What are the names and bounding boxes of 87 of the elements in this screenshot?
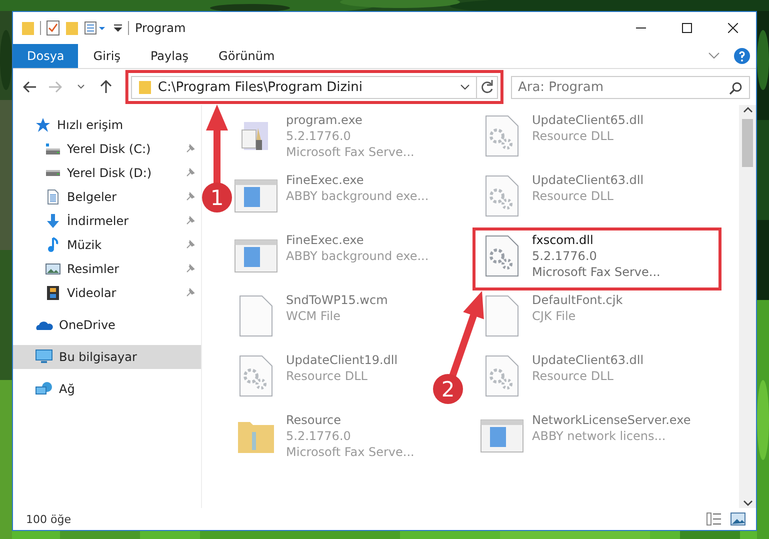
- blank-file-icon: [238, 294, 274, 338]
- pin-icon[interactable]: [185, 240, 195, 250]
- folder-icon: [138, 79, 152, 95]
- pin-icon[interactable]: [185, 288, 195, 298]
- address-bar[interactable]: C:\Program Files\Program Dizini: [130, 76, 498, 98]
- music-note-icon: [45, 237, 61, 253]
- help-icon[interactable]: [734, 48, 750, 64]
- large-icons-view-icon[interactable]: [730, 512, 746, 526]
- drive-icon: [45, 142, 61, 156]
- picture-icon: [45, 261, 61, 277]
- sidebar-item[interactable]: İndirmeler: [13, 209, 201, 233]
- scrollbar-thumb[interactable]: [742, 119, 753, 167]
- search-icon[interactable]: [729, 80, 744, 94]
- step-badge: [202, 182, 232, 212]
- sidebar-item[interactable]: Yerel Disk (C:): [13, 137, 201, 161]
- sidebar-item[interactable]: Bu bilgisayar: [13, 345, 201, 369]
- window-title: Program: [135, 21, 186, 35]
- window-icon: [234, 179, 278, 213]
- star-icon: [35, 117, 51, 133]
- file-detail: Resource DLL: [532, 128, 614, 144]
- sidebar-item[interactable]: Videolar: [13, 281, 201, 305]
- chevron-down-icon[interactable]: [460, 83, 470, 91]
- step-number: 1: [210, 186, 224, 210]
- ribbon-tab[interactable]: Dosya: [13, 44, 78, 68]
- pin-icon[interactable]: [185, 168, 195, 178]
- file-detail: 5.2.1776.0: [286, 128, 352, 144]
- checklist-icon[interactable]: [46, 20, 60, 36]
- sidebar-item[interactable]: Belgeler: [13, 185, 201, 209]
- back-arrow-icon[interactable]: [22, 81, 37, 93]
- chevron-down-icon[interactable]: [76, 84, 85, 90]
- file-detail: 5.2.1776.0: [532, 248, 598, 264]
- file-name[interactable]: Resource: [286, 412, 414, 428]
- file-name[interactable]: UpdateClient63.dll: [532, 172, 644, 188]
- film-icon: [45, 285, 61, 301]
- sidebar-item[interactable]: Müzik: [13, 233, 201, 257]
- file-detail: CJK File: [532, 308, 577, 324]
- sidebar-item[interactable]: Yerel Disk (D:): [13, 161, 201, 185]
- file-name[interactable]: DefaultFont.cjk: [532, 292, 623, 308]
- up-arrow-icon[interactable]: [100, 80, 112, 94]
- file-detail: Resource DLL: [286, 368, 368, 384]
- details-view-icon[interactable]: [706, 512, 722, 526]
- file-detail: Microsoft Fax Serve...: [532, 264, 660, 280]
- document-icon: [45, 189, 61, 205]
- window-icon: [480, 419, 524, 453]
- search-field[interactable]: Ara: Program: [510, 76, 750, 98]
- step-number: 2: [441, 378, 455, 402]
- pin-icon[interactable]: [185, 216, 195, 226]
- pin-icon[interactable]: [185, 264, 195, 274]
- file-name[interactable]: NetworkLicenseServer.exe: [532, 412, 691, 428]
- computer-icon: [35, 349, 53, 365]
- step-badge: [433, 374, 463, 404]
- file-name[interactable]: FineExec.exe: [286, 232, 429, 248]
- file-detail: Microsoft Fax Serve...: [286, 444, 414, 460]
- file-detail: Microsoft Fax Serve...: [286, 144, 414, 160]
- file-detail: 5.2.1776.0: [286, 428, 352, 444]
- sidebar-item[interactable]: OneDrive: [13, 313, 201, 337]
- file-detail: ABBY background exe...: [286, 188, 429, 204]
- file-name[interactable]: UpdateClient63.dll: [532, 352, 644, 368]
- file-name[interactable]: SndToWP15.wcm: [286, 292, 388, 308]
- file-name[interactable]: UpdateClient19.dll: [286, 352, 398, 368]
- pin-icon[interactable]: [185, 144, 195, 154]
- close-icon[interactable]: [728, 23, 738, 33]
- scroll-down-icon[interactable]: [742, 498, 752, 508]
- window-icon: [234, 239, 278, 273]
- file-name[interactable]: fxscom.dll: [532, 232, 660, 248]
- file-name[interactable]: program.exe: [286, 112, 414, 128]
- file-detail: Resource DLL: [532, 188, 614, 204]
- file-detail: ABBY network licens...: [532, 428, 667, 444]
- ribbon-tab[interactable]: Görünüm: [204, 44, 290, 68]
- ribbon-tab[interactable]: Giriş: [78, 44, 136, 68]
- download-icon: [45, 213, 61, 229]
- file-detail: Resource DLL: [532, 368, 614, 384]
- file-name[interactable]: FineExec.exe: [286, 172, 429, 188]
- drive-icon: [45, 169, 61, 177]
- sidebar-item[interactable]: Hızlı erişim: [13, 113, 201, 137]
- scroll-up-icon[interactable]: [742, 105, 752, 115]
- ribbon-tab[interactable]: Paylaş: [135, 44, 204, 68]
- item-count: 100 öğe: [26, 512, 71, 526]
- properties-icon[interactable]: [84, 20, 108, 36]
- network-icon: [35, 381, 53, 397]
- sidebar-item[interactable]: Resimler: [13, 257, 201, 281]
- file-detail: ABBY background exe...: [286, 248, 429, 264]
- maximize-icon[interactable]: [682, 23, 692, 33]
- file-detail: WCM File: [286, 308, 342, 324]
- file-name[interactable]: UpdateClient65.dll: [532, 112, 644, 128]
- pin-icon[interactable]: [185, 192, 195, 202]
- sidebar-item[interactable]: Ağ: [13, 377, 201, 401]
